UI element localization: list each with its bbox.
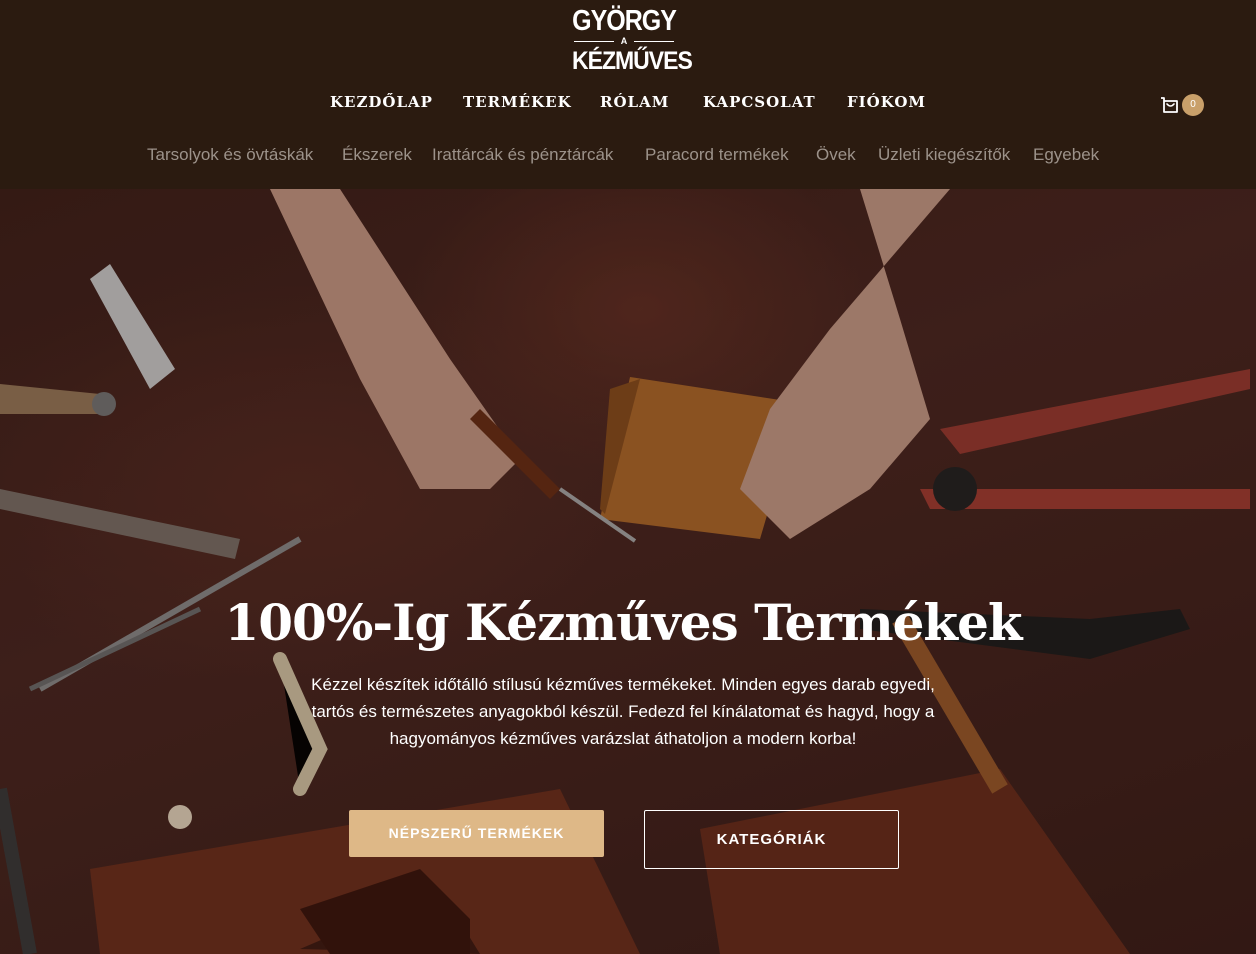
brand-logo-line1: GYÖRGY	[572, 4, 677, 38]
nav-item-account[interactable]: FIÓKOM	[847, 93, 926, 111]
nav-item-contact[interactable]: KAPCSOLAT	[703, 93, 816, 111]
hero-title: 100%-Ig Kézműves Termékek	[224, 593, 1022, 652]
nav-item-products[interactable]: TERMÉKEK	[463, 93, 572, 111]
nav-item-home[interactable]: KEZDŐLAP	[330, 93, 433, 111]
cart-button[interactable]: 0	[1158, 93, 1206, 117]
popular-products-button[interactable]: NÉPSZERŰ TERMÉKEK	[349, 810, 604, 857]
hero-description: Kézzel készítek időtálló stílusú kézműve…	[311, 675, 935, 748]
category-item-paracord[interactable]: Paracord termékek	[645, 145, 789, 165]
category-item-belts[interactable]: Övek	[816, 145, 856, 165]
hero-overlay	[0, 189, 1256, 954]
categories-button[interactable]: KATEGÓRIÁK	[644, 810, 899, 869]
category-item-other[interactable]: Egyebek	[1033, 145, 1099, 165]
category-item-wallets[interactable]: Irattárcák és pénztárcák	[432, 145, 613, 165]
cart-icon	[1161, 97, 1178, 113]
nav-item-about[interactable]: RÓLAM	[600, 93, 669, 111]
site-header: GYÖRGY A KÉZMŰVES KEZDŐLAP TERMÉKEK RÓLA…	[0, 0, 1256, 189]
cart-count-badge: 0	[1182, 94, 1204, 116]
category-item-jewelry[interactable]: Ékszerek	[342, 145, 412, 165]
main-nav: KEZDŐLAP TERMÉKEK RÓLAM KAPCSOLAT FIÓKOM	[0, 93, 1256, 117]
category-nav: Tarsolyok és övtáskák Ékszerek Irattárcá…	[0, 145, 1256, 167]
brand-logo[interactable]: GYÖRGY A KÉZMŰVES	[572, 4, 693, 76]
category-item-pouches[interactable]: Tarsolyok és övtáskák	[147, 145, 313, 165]
category-item-business[interactable]: Üzleti kiegészítők	[878, 145, 1010, 165]
brand-logo-line2: KÉZMŰVES	[572, 45, 693, 75]
hero-section: 100%-Ig Kézműves Termékek Kézzel készíte…	[0, 189, 1256, 954]
